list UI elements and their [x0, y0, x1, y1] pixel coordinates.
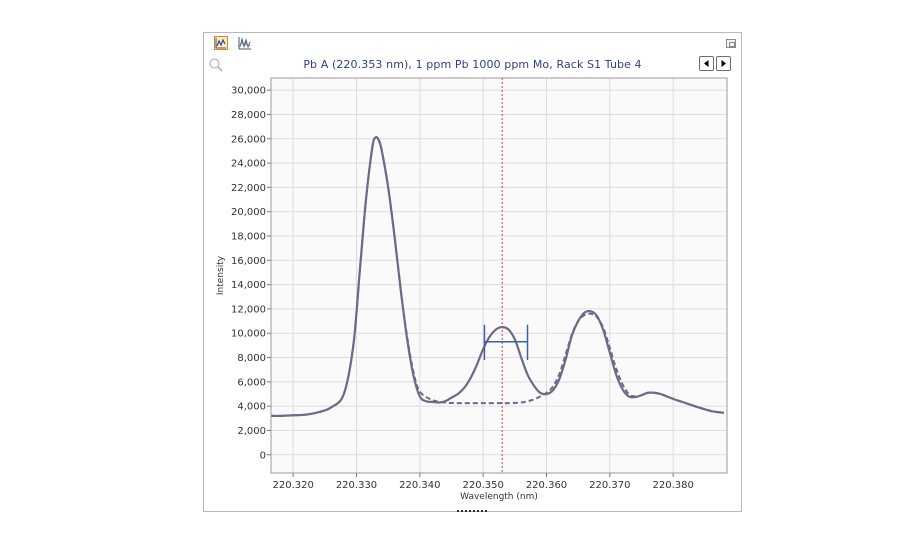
- y-tick-label: 12,000: [231, 304, 266, 315]
- y-axis-labels: 0 2,000 4,000 6,000 8,000 10,000 12,000 14,000 1…: [231, 86, 266, 462]
- y-tick-label: 18,000: [231, 232, 266, 243]
- y-tick-label: 2,000: [237, 426, 266, 437]
- y-tick-label: 0: [260, 450, 266, 461]
- plot-area: [271, 78, 727, 473]
- x-tick-label: 220.330: [336, 480, 377, 491]
- y-tick-label: 16,000: [231, 256, 266, 267]
- y-tick-label: 20,000: [231, 207, 266, 218]
- y-tick-label: 10,000: [231, 329, 266, 340]
- x-axis-title: Wavelength (nm): [460, 492, 538, 502]
- resize-grip[interactable]: [457, 510, 487, 514]
- y-tick-label: 6,000: [237, 377, 266, 388]
- x-tick-label: 220.340: [399, 480, 440, 491]
- spectrum-chart: 0 2,000 4,000 6,000 8,000 10,000 12,000 14,000 1…: [216, 77, 728, 502]
- x-tick-label: 220.320: [272, 480, 313, 491]
- x-tick-label: 220.350: [462, 480, 503, 491]
- y-tick-label: 30,000: [231, 86, 266, 97]
- x-tick-label: 220.370: [589, 480, 630, 491]
- y-tick-label: 4,000: [237, 402, 266, 413]
- y-tick-label: 24,000: [231, 159, 266, 170]
- y-tick-label: 8,000: [237, 353, 266, 364]
- spectrum-panel: Pb A (220.353 nm), 1 ppm Pb 1000 ppm Mo,…: [203, 32, 742, 512]
- y-axis-title: Intensity: [216, 255, 226, 295]
- y-tick-label: 26,000: [231, 134, 266, 145]
- y-tick-label: 28,000: [231, 110, 266, 121]
- x-tick-label: 220.380: [652, 480, 693, 491]
- y-tick-label: 22,000: [231, 183, 266, 194]
- x-tick-label: 220.360: [526, 480, 567, 491]
- y-tick-label: 14,000: [231, 280, 266, 291]
- x-axis-labels: 220.320 220.330 220.340 220.350 220.360 220.3…: [272, 480, 693, 491]
